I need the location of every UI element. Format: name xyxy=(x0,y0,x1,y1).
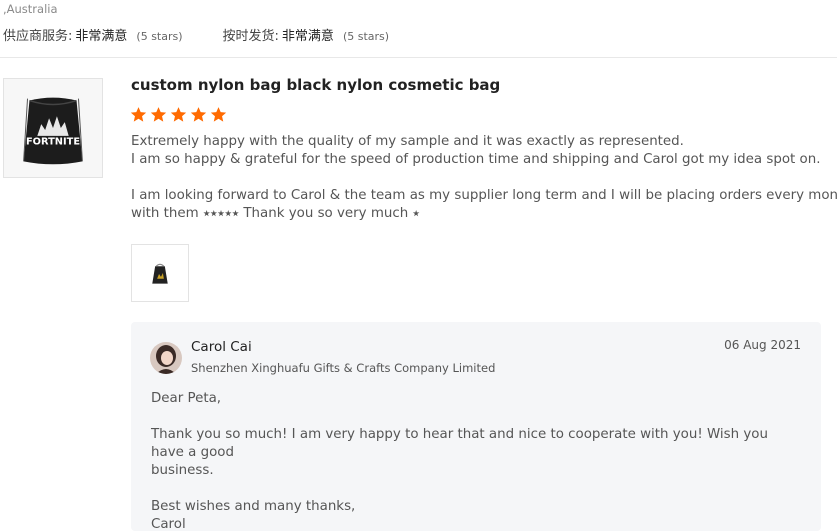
replier-name: Carol Cai xyxy=(191,339,252,355)
star-icon xyxy=(130,107,147,122)
review-text-line: Extremely happy with the quality of my s… xyxy=(131,134,684,149)
section-divider xyxy=(0,57,837,58)
star-icon xyxy=(210,107,227,122)
supplier-ratings: 供应商服务: 非常满意 (5 stars) 按时发货: 非常满意 (5 star… xyxy=(3,25,389,44)
review-star-rating xyxy=(130,106,230,123)
review-text-line: with them ⭑⭑⭑⭑⭑ Thank you so very much ⭑ xyxy=(131,206,420,221)
svg-text:FORTNITE: FORTNITE xyxy=(26,137,80,148)
reply-closing: Best wishes and many thanks, Carol xyxy=(151,499,356,531)
star-icon xyxy=(170,107,187,122)
rating-value: 非常满意 xyxy=(75,29,128,44)
reply-paragraph: Thank you so much! I am very happy to he… xyxy=(151,427,768,478)
drawstring-bag-thumbnail xyxy=(132,245,188,301)
review-text-line: I am so happy & grateful for the speed o… xyxy=(131,152,821,167)
rating-label: 供应商服务: xyxy=(3,29,73,44)
star-icon xyxy=(150,107,167,122)
rating-stars-text: (5 stars) xyxy=(136,30,183,43)
drawstring-bag-image: FORTNITE xyxy=(4,79,102,177)
review-text-line: I am looking forward to Carol & the team… xyxy=(131,188,837,203)
buyer-location: ,Australia xyxy=(3,2,58,16)
reply-text: Dear Peta, Thank you so much! I am very … xyxy=(151,390,791,531)
rating-stars-text: (5 stars) xyxy=(342,30,390,43)
review-attachment-thumbnail[interactable] xyxy=(131,244,189,302)
user-avatar xyxy=(150,342,182,374)
supplier-reply: Carol Cai Shenzhen Xinghuafu Gifts & Cra… xyxy=(131,322,821,531)
rating-label: 按时发货: xyxy=(222,29,279,44)
product-thumbnail[interactable]: FORTNITE xyxy=(3,78,103,178)
product-title-link[interactable]: custom nylon bag black nylon cosmetic ba… xyxy=(131,76,500,94)
review-text: Extremely happy with the quality of my s… xyxy=(131,133,837,223)
avatar xyxy=(150,342,182,374)
rating-on-time-delivery: 按时发货: 非常满意 (5 stars) xyxy=(223,25,390,44)
rating-value: 非常满意 xyxy=(281,29,334,44)
reply-date: 06 Aug 2021 xyxy=(724,338,801,352)
star-icon xyxy=(190,107,207,122)
rating-supplier-service: 供应商服务: 非常满意 (5 stars) xyxy=(3,25,183,44)
reply-greeting: Dear Peta, xyxy=(151,391,222,406)
replier-company[interactable]: Shenzhen Xinghuafu Gifts & Crafts Compan… xyxy=(191,361,495,375)
